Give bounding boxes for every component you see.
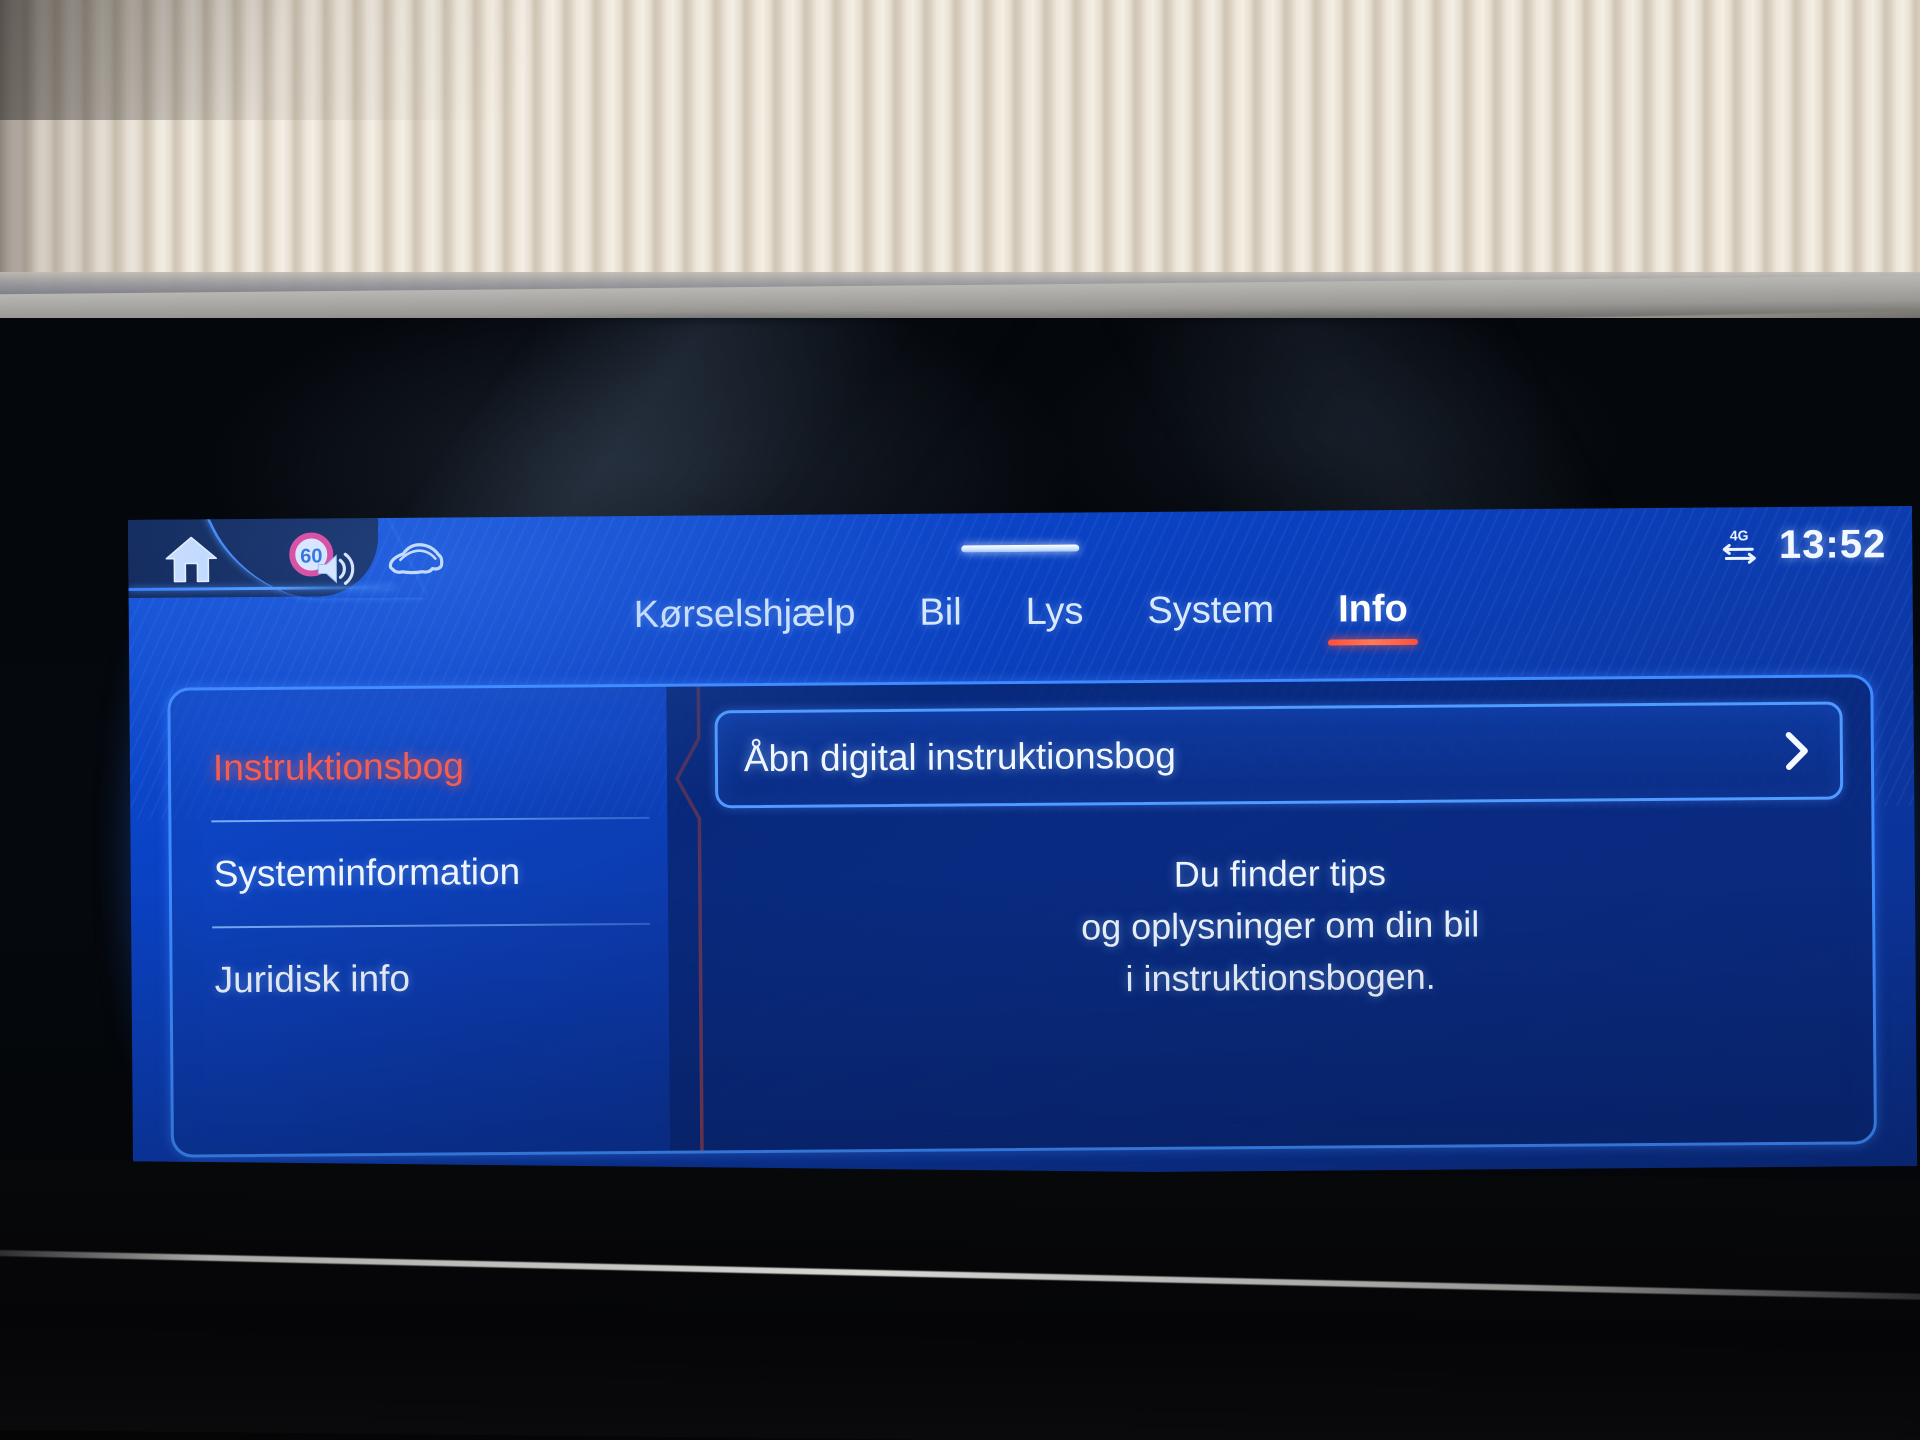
svg-text:4G: 4G	[1729, 527, 1748, 543]
tab-bil[interactable]: Bil	[915, 591, 966, 650]
detail-pane: Åbn digital instruktionsbog Du finder ti…	[666, 677, 1874, 1151]
tab-korselshjaelp[interactable]: Kørselshjælp	[630, 592, 860, 653]
open-digital-manual-label: Åbn digital instruktionsbog	[743, 734, 1176, 780]
sidebar-item-label: Instruktionsbog	[212, 745, 465, 789]
detail-description-line-3: i instruktionsbogen.	[1125, 955, 1436, 1000]
sidebar-item-label: Juridisk info	[214, 957, 411, 1001]
sidebar-list: Instruktionsbog Systeminformation Juridi…	[170, 686, 704, 1157]
drag-handle[interactable]	[961, 544, 1080, 553]
status-right-group: 4G 13:52	[1719, 522, 1887, 568]
open-digital-manual-button[interactable]: Åbn digital instruktionsbog	[714, 701, 1844, 809]
tab-bar: Kørselshjælp Bil Lys System Info	[129, 584, 1913, 657]
wall-shadow	[0, 0, 1920, 120]
chevron-right-icon	[1785, 731, 1808, 770]
detail-description: Du finder tips og oplysninger om din bil…	[716, 844, 1845, 1009]
sidebar-item-systeminformation[interactable]: Systeminformation	[171, 819, 668, 927]
detail-description-line-1: Du finder tips	[1173, 852, 1387, 895]
content-panel: Instruktionsbog Systeminformation Juridi…	[167, 674, 1877, 1158]
clock: 13:52	[1778, 522, 1887, 568]
mbux-infotainment-screen: 60 4G 13:52 Kørselshjælp Bil Lys System …	[128, 505, 1918, 1180]
4g-data-transfer-icon: 4G	[1722, 527, 1756, 564]
car-icon[interactable]	[386, 540, 444, 580]
speed-limit-speaker-icon[interactable]: 60	[288, 532, 355, 589]
detail-description-line-2: og oplysninger om din bil	[1080, 903, 1480, 948]
sidebar-item-label: Systeminformation	[213, 850, 521, 895]
home-icon[interactable]	[164, 535, 218, 583]
tab-lys[interactable]: Lys	[1022, 590, 1088, 650]
tab-system[interactable]: System	[1143, 589, 1278, 649]
photo-scene: 60 4G 13:52 Kørselshjælp Bil Lys System …	[0, 0, 1920, 1440]
bottom-bezel	[0, 1159, 1920, 1440]
sidebar-item-juridisk-info[interactable]: Juridisk info	[172, 925, 669, 1033]
sidebar-item-instruktionsbog[interactable]: Instruktionsbog	[171, 713, 668, 821]
tab-info[interactable]: Info	[1334, 588, 1412, 648]
